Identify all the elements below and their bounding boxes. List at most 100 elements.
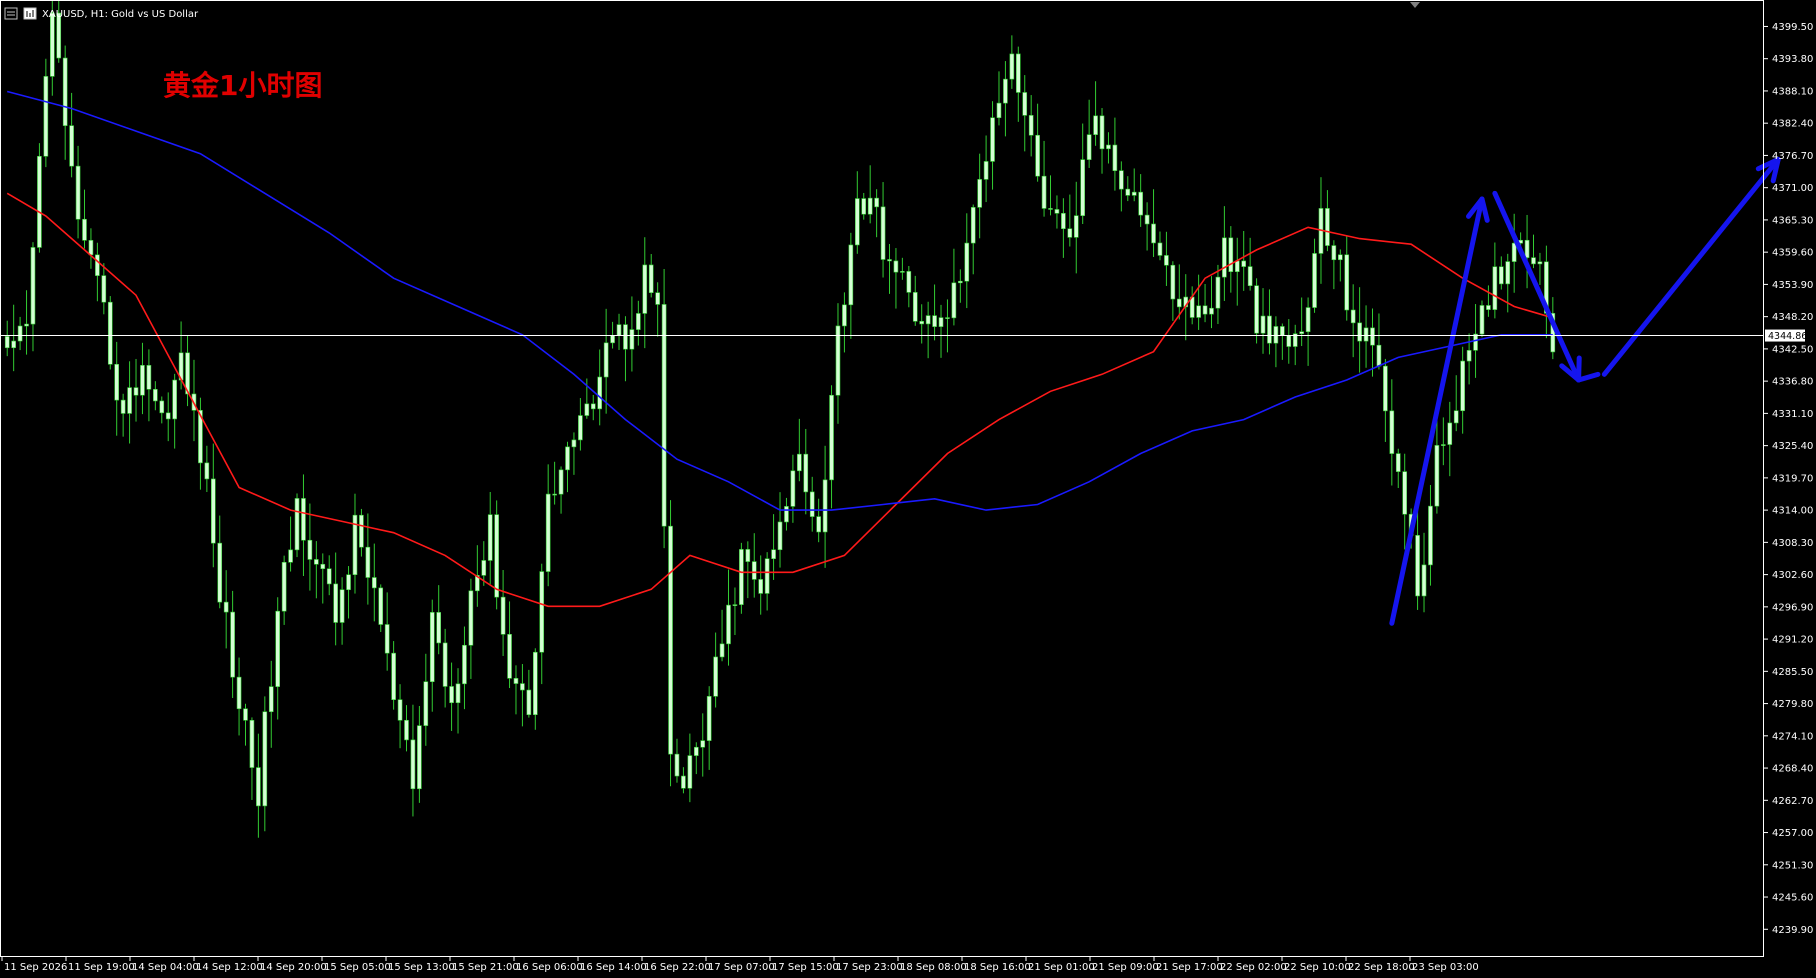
candle-body [436,612,442,644]
candle-body [1093,115,1098,135]
candle-body [1466,350,1472,362]
candle-body [223,601,229,613]
candle-body [75,165,81,220]
candle-body [1041,175,1047,209]
x-tick-label: 18 Sep 16:00 [964,962,1031,973]
candle-body [230,611,235,678]
x-tick-label: 16 Sep 14:00 [580,962,647,973]
candle-body [1202,305,1208,315]
candle-body [1151,223,1156,244]
candle-body [777,521,783,551]
candle-body [520,683,525,691]
candle-body [30,247,36,325]
candle-body [1402,471,1407,515]
candle-body [1280,326,1285,336]
candle-body [43,76,49,157]
candle-body [636,313,641,330]
candle-body [442,642,448,687]
candle-body [127,387,132,414]
candle-body [893,260,899,273]
candle-body [977,179,982,208]
candle-body [82,218,87,241]
candle-body [101,275,107,303]
candle-body [758,579,764,594]
candle-body [797,453,802,472]
candle-body [1119,170,1124,190]
candle-body [597,376,603,410]
y-tick-label: 4257.00 [1772,828,1813,839]
candle-body [1080,159,1085,216]
x-tick-label: 17 Sep 23:00 [836,962,903,973]
candle-body [17,325,23,342]
candle-body [990,117,995,162]
candle-body [771,549,776,559]
y-tick-label: 4399.50 [1772,22,1813,33]
candle-body [1234,260,1240,272]
candle-body [906,271,912,293]
candle-body [732,604,738,606]
x-tick-label: 15 Sep 21:00 [452,962,519,973]
current-price-tag: 4344.86 [1765,329,1807,342]
candle-body [1453,410,1459,424]
candle-body [365,546,371,578]
candle-body [320,563,326,570]
y-tick-label: 4336.80 [1772,377,1813,388]
candle-body [1086,134,1092,160]
candle-body [803,453,809,493]
candle-body [1492,266,1498,310]
candle-body [1067,228,1073,238]
y-tick-label: 4371.00 [1772,183,1813,194]
candle-body [1177,298,1182,308]
candle-body [275,610,281,687]
candle-body [584,403,590,416]
y-tick-label: 4245.60 [1772,893,1813,904]
y-tick-label: 4302.60 [1772,570,1813,581]
candle-body [1131,191,1137,196]
candle-body [558,469,564,495]
candle-body [996,102,1002,119]
candle-body [745,549,751,562]
price-chart[interactable]: 4399.50 4393.80 4388.10 4382.40 4376.70 4371.… [0,0,1816,978]
candle-body [371,577,377,589]
candle-body [964,242,970,282]
candle-body [1061,213,1066,230]
y-tick-label: 4285.50 [1772,667,1813,678]
candle-body [1015,53,1021,93]
candle-body [1106,144,1111,150]
candle-body [107,301,113,365]
x-tick-label: 22 Sep 10:00 [1284,962,1351,973]
candle-body [37,155,42,248]
candle-body [1048,208,1053,210]
candle-body [500,596,506,635]
x-tick-label: 16 Sep 22:00 [644,962,711,973]
candle-body [513,678,519,684]
candle-body [1254,285,1259,334]
candle-body [623,324,628,350]
candle-body [1395,453,1401,472]
candle-body [1325,208,1330,246]
candle-body [816,516,821,533]
candle-body [951,282,957,319]
y-tick-label: 4239.90 [1772,925,1813,936]
candle-body [507,634,512,679]
x-tick-label: 21 Sep 17:00 [1156,962,1223,973]
candle-body [1383,365,1388,412]
candle-body [932,315,937,327]
x-tick-label: 11 Sep 2026 [4,962,67,973]
candle-body [1447,422,1453,445]
candle-body [1022,92,1028,116]
candle-body [487,514,493,561]
candle-body [404,719,409,741]
candle-body [900,271,905,273]
candle-body [268,686,274,713]
y-tick-label: 4296.90 [1772,602,1813,613]
chart-overlay-title: 黄金1小时图 [163,69,322,102]
candle-body [1099,115,1105,150]
candle-body [391,652,396,700]
candle-body [1357,322,1362,342]
price-axis[interactable]: 4399.50 4393.80 4388.10 4382.40 4376.70 4371.… [1764,22,1813,936]
candle-body [281,562,287,612]
y-tick-label: 4291.20 [1772,635,1813,646]
candle-body [958,280,963,284]
candle-body [874,197,879,208]
